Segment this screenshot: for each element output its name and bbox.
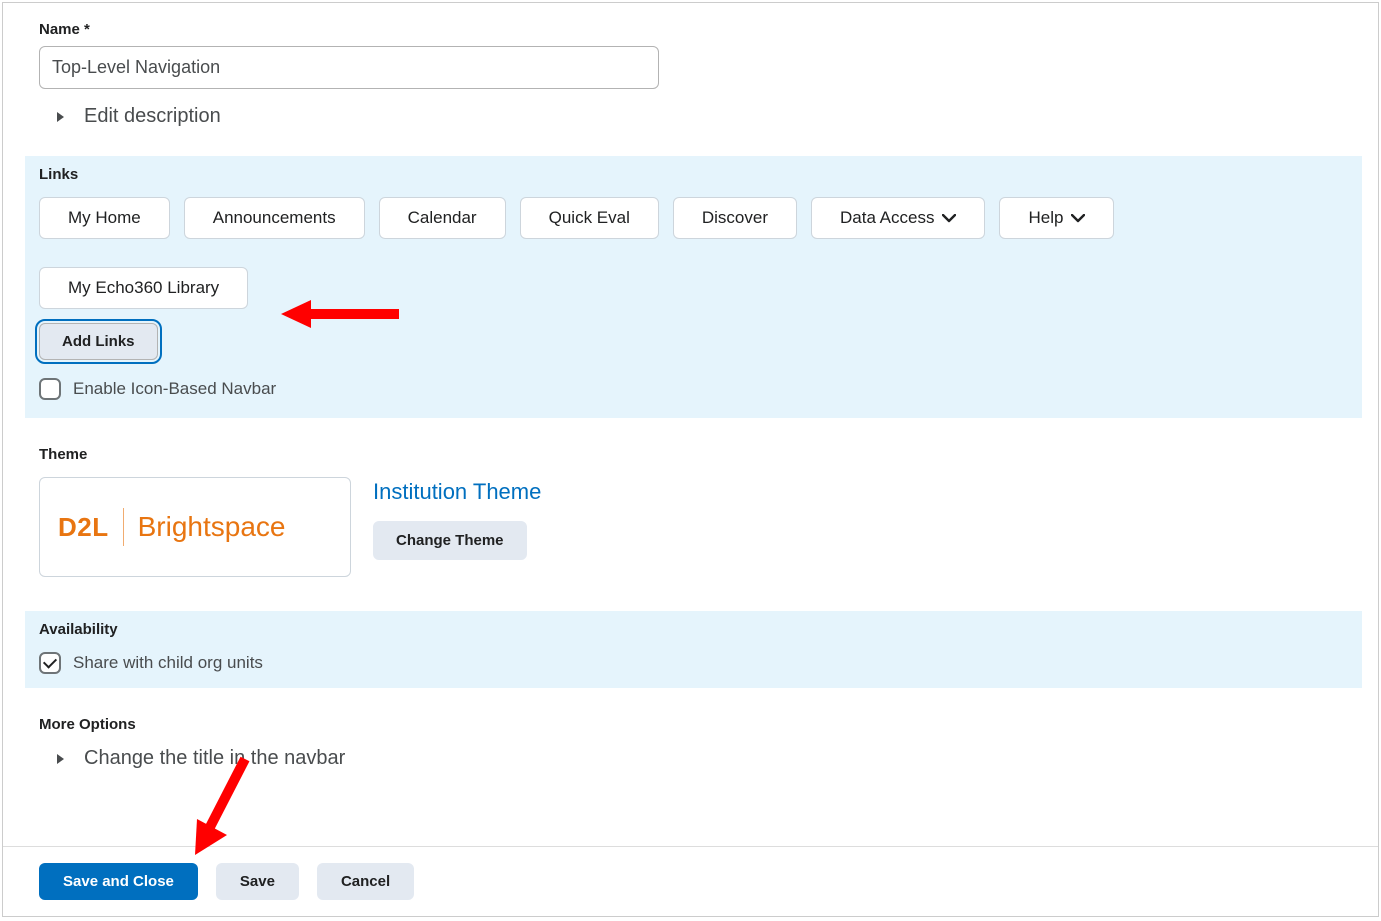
logo-divider (123, 508, 124, 546)
link-chip-label: My Home (68, 208, 141, 228)
save-and-close-button[interactable]: Save and Close (39, 863, 198, 900)
link-chip[interactable]: Help (999, 197, 1114, 239)
link-chip-label: Discover (702, 208, 768, 228)
link-chip[interactable]: My Home (39, 197, 170, 239)
name-field-label: Name * (39, 21, 1348, 38)
link-chip[interactable]: My Echo360 Library (39, 267, 248, 309)
chevron-right-icon (57, 112, 64, 122)
edit-description-label: Edit description (84, 105, 221, 128)
share-child-org-units-checkbox[interactable] (39, 652, 61, 674)
link-chip[interactable]: Data Access (811, 197, 986, 239)
brightspace-logo-text: Brightspace (138, 511, 286, 543)
add-links-button[interactable]: Add Links (39, 323, 158, 360)
link-chip[interactable]: Discover (673, 197, 797, 239)
link-chip[interactable]: Quick Eval (520, 197, 659, 239)
links-section: Links My Home Announcements Calendar Quick … (25, 156, 1362, 418)
theme-heading: Theme (39, 446, 1348, 463)
theme-preview-card: D2L Brightspace (39, 477, 351, 577)
link-chip-label: Announcements (213, 208, 336, 228)
availability-heading: Availability (39, 621, 1348, 638)
chevron-down-icon (942, 214, 956, 223)
enable-icon-navbar-checkbox[interactable] (39, 378, 61, 400)
name-input[interactable] (39, 46, 659, 89)
action-button-bar: Save and Close Save Cancel (3, 846, 1378, 916)
link-chip[interactable]: Calendar (379, 197, 506, 239)
d2l-logo-text: D2L (58, 512, 109, 543)
link-chip-label: Calendar (408, 208, 477, 228)
change-title-toggle[interactable]: Change the title in the navbar (57, 747, 1348, 770)
link-chip[interactable]: Announcements (184, 197, 365, 239)
change-theme-button[interactable]: Change Theme (373, 521, 527, 560)
share-child-org-units-label: Share with child org units (73, 653, 263, 673)
cancel-button[interactable]: Cancel (317, 863, 414, 900)
availability-section: Availability Share with child org units (25, 611, 1362, 688)
more-options-section: More Options Change the title in the nav… (39, 688, 1348, 770)
chevron-right-icon (57, 754, 64, 764)
link-chip-label: My Echo360 Library (68, 278, 219, 298)
links-heading: Links (39, 166, 1348, 183)
institution-theme-link[interactable]: Institution Theme (373, 479, 541, 505)
theme-section: Theme D2L Brightspace Institution Theme … (39, 418, 1348, 577)
enable-icon-navbar-label: Enable Icon-Based Navbar (73, 379, 276, 399)
edit-description-toggle[interactable]: Edit description (57, 105, 1348, 128)
more-options-heading: More Options (39, 716, 1348, 733)
change-title-label: Change the title in the navbar (84, 747, 345, 770)
link-chip-label: Data Access (840, 208, 935, 228)
link-chip-label: Quick Eval (549, 208, 630, 228)
save-button[interactable]: Save (216, 863, 299, 900)
chevron-down-icon (1071, 214, 1085, 223)
link-chip-label: Help (1028, 208, 1063, 228)
